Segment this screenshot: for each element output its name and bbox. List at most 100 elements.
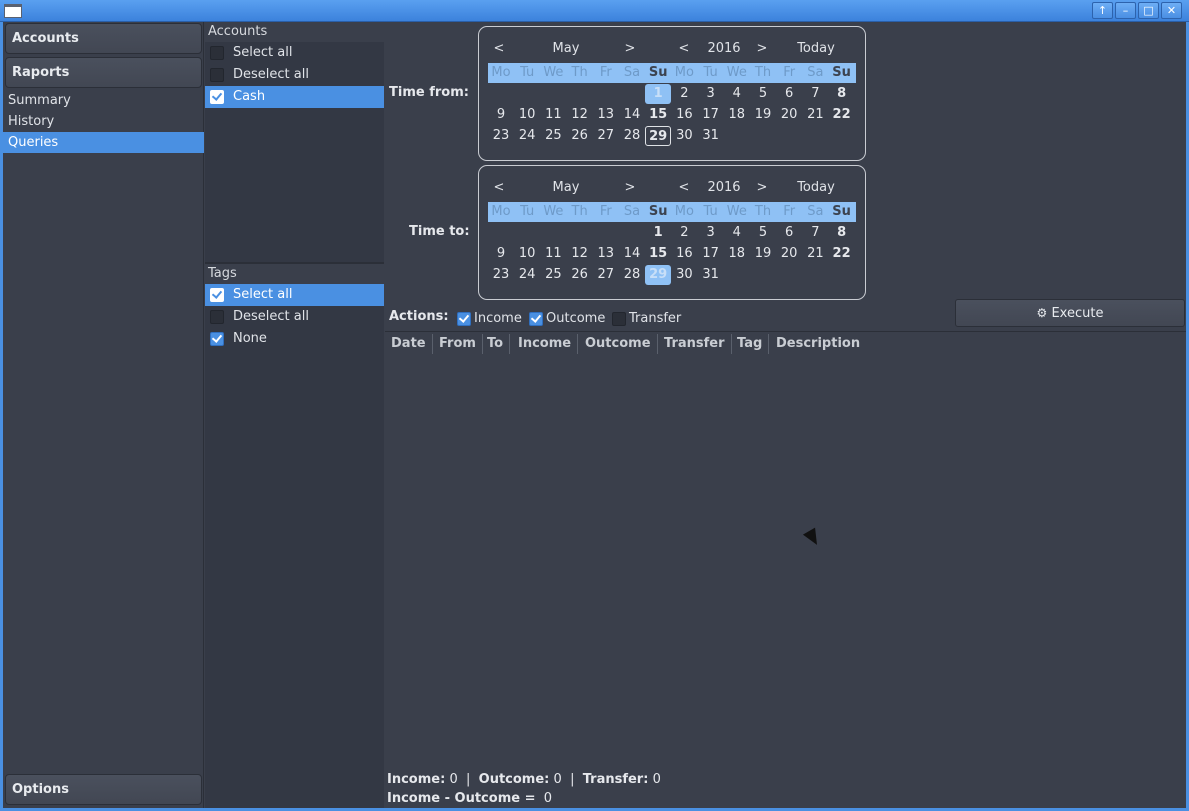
calendar-day[interactable]: 11: [540, 105, 566, 125]
transfer-checkbox[interactable]: Transfer: [612, 310, 681, 328]
year-selector[interactable]: 2016: [699, 41, 749, 57]
nav-raports-button[interactable]: Raports: [5, 57, 202, 88]
tags-select-all[interactable]: Select all: [205, 284, 384, 306]
calendar-day[interactable]: 22: [829, 244, 855, 264]
column-header-to[interactable]: To: [481, 334, 511, 354]
calendar-day[interactable]: 4: [724, 223, 750, 243]
results-table[interactable]: Date From To Income Outcome Transfer Tag…: [385, 331, 1186, 770]
calendar-day[interactable]: 4: [724, 84, 750, 104]
next-year-button[interactable]: >: [752, 180, 772, 196]
nav-options-button[interactable]: Options: [5, 774, 202, 805]
calendar-day[interactable]: 9: [488, 244, 514, 264]
month-selector[interactable]: May: [541, 41, 591, 57]
calendar-day[interactable]: 31: [698, 126, 724, 146]
calendar-day[interactable]: 7: [802, 84, 828, 104]
calendar-day[interactable]: 19: [750, 244, 776, 264]
accounts-select-all[interactable]: Select all: [205, 42, 384, 64]
account-cash[interactable]: Cash: [205, 86, 384, 108]
today-button[interactable]: Today: [791, 180, 841, 196]
calendar-day[interactable]: 28: [619, 265, 645, 285]
checkbox[interactable]: [210, 310, 224, 324]
checkbox[interactable]: [210, 288, 224, 302]
nav-item-history[interactable]: History: [3, 111, 204, 132]
calendar-day[interactable]: 8: [829, 84, 855, 104]
tag-none[interactable]: None: [205, 328, 384, 350]
year-selector[interactable]: 2016: [699, 180, 749, 196]
calendar-day[interactable]: 20: [776, 244, 802, 264]
minimize-button[interactable]: –: [1115, 2, 1136, 19]
calendar-day[interactable]: 2: [671, 84, 697, 104]
calendar-day[interactable]: 25: [540, 265, 566, 285]
calendar-day[interactable]: 26: [567, 265, 593, 285]
keep-above-button[interactable]: ↑: [1092, 2, 1113, 19]
column-header-income[interactable]: Income: [512, 334, 579, 354]
calendar-day[interactable]: 5: [750, 223, 776, 243]
calendar-day[interactable]: 22: [829, 105, 855, 125]
calendar-day[interactable]: 18: [724, 244, 750, 264]
checkbox[interactable]: [457, 312, 471, 326]
calendar-day[interactable]: 3: [698, 223, 724, 243]
calendar-day[interactable]: 5: [750, 84, 776, 104]
calendar-day[interactable]: 1: [645, 223, 671, 243]
column-header-date[interactable]: Date: [385, 334, 433, 354]
calendar-day[interactable]: 17: [698, 105, 724, 125]
column-header-from[interactable]: From: [433, 334, 483, 354]
next-year-button[interactable]: >: [752, 41, 772, 57]
calendar-day[interactable]: 29: [645, 265, 672, 285]
nav-accounts-button[interactable]: Accounts: [5, 23, 202, 54]
calendar-day[interactable]: 6: [776, 84, 802, 104]
calendar-day[interactable]: 2: [671, 223, 697, 243]
column-header-tag[interactable]: Tag: [731, 334, 770, 354]
prev-month-button[interactable]: <: [489, 41, 509, 57]
calendar-day[interactable]: 13: [593, 105, 619, 125]
next-month-button[interactable]: >: [620, 41, 640, 57]
nav-item-queries[interactable]: Queries: [3, 132, 204, 153]
calendar-day[interactable]: 11: [540, 244, 566, 264]
calendar-day[interactable]: 6: [776, 223, 802, 243]
calendar-day[interactable]: 21: [802, 105, 828, 125]
calendar-day[interactable]: 31: [698, 265, 724, 285]
calendar-day[interactable]: 9: [488, 105, 514, 125]
table-body[interactable]: [385, 356, 1186, 770]
calendar-day[interactable]: 15: [645, 105, 671, 125]
next-month-button[interactable]: >: [620, 180, 640, 196]
calendar-day[interactable]: 27: [593, 265, 619, 285]
calendar-day[interactable]: 7: [802, 223, 828, 243]
calendar-day[interactable]: 24: [514, 265, 540, 285]
calendar-day[interactable]: 12: [567, 105, 593, 125]
maximize-button[interactable]: □: [1138, 2, 1159, 19]
checkbox[interactable]: [210, 68, 224, 82]
time-from-calendar[interactable]: < May > < 2016 > Today Mo Tu We Th Fr Sa Su Mo T…: [478, 26, 866, 161]
calendar-day[interactable]: 10: [514, 105, 540, 125]
calendar-day[interactable]: 21: [802, 244, 828, 264]
tags-deselect-all[interactable]: Deselect all: [205, 306, 384, 328]
calendar-day[interactable]: 30: [671, 126, 697, 146]
calendar-day[interactable]: 16: [671, 105, 697, 125]
calendar-day[interactable]: 17: [698, 244, 724, 264]
calendar-day[interactable]: 10: [514, 244, 540, 264]
execute-button[interactable]: ⚙ Execute: [955, 299, 1185, 327]
calendar-day[interactable]: 29: [645, 126, 672, 146]
calendar-day[interactable]: 24: [514, 126, 540, 146]
calendar-day[interactable]: 18: [724, 105, 750, 125]
checkbox[interactable]: [210, 90, 224, 104]
checkbox[interactable]: [210, 332, 224, 346]
calendar-day[interactable]: 15: [645, 244, 671, 264]
column-header-outcome[interactable]: Outcome: [579, 334, 658, 354]
calendar-day[interactable]: 28: [619, 126, 645, 146]
calendar-day[interactable]: 27: [593, 126, 619, 146]
outcome-checkbox[interactable]: Outcome: [529, 310, 605, 328]
prev-year-button[interactable]: <: [674, 41, 694, 57]
income-checkbox[interactable]: Income: [457, 310, 522, 328]
calendar-day[interactable]: 23: [488, 126, 514, 146]
prev-month-button[interactable]: <: [489, 180, 509, 196]
calendar-day[interactable]: 19: [750, 105, 776, 125]
month-selector[interactable]: May: [541, 180, 591, 196]
calendar-day[interactable]: 14: [619, 105, 645, 125]
prev-year-button[interactable]: <: [674, 180, 694, 196]
calendar-day[interactable]: 30: [671, 265, 697, 285]
close-button[interactable]: ✕: [1161, 2, 1182, 19]
checkbox[interactable]: [612, 312, 626, 326]
checkbox[interactable]: [529, 312, 543, 326]
calendar-day[interactable]: 23: [488, 265, 514, 285]
